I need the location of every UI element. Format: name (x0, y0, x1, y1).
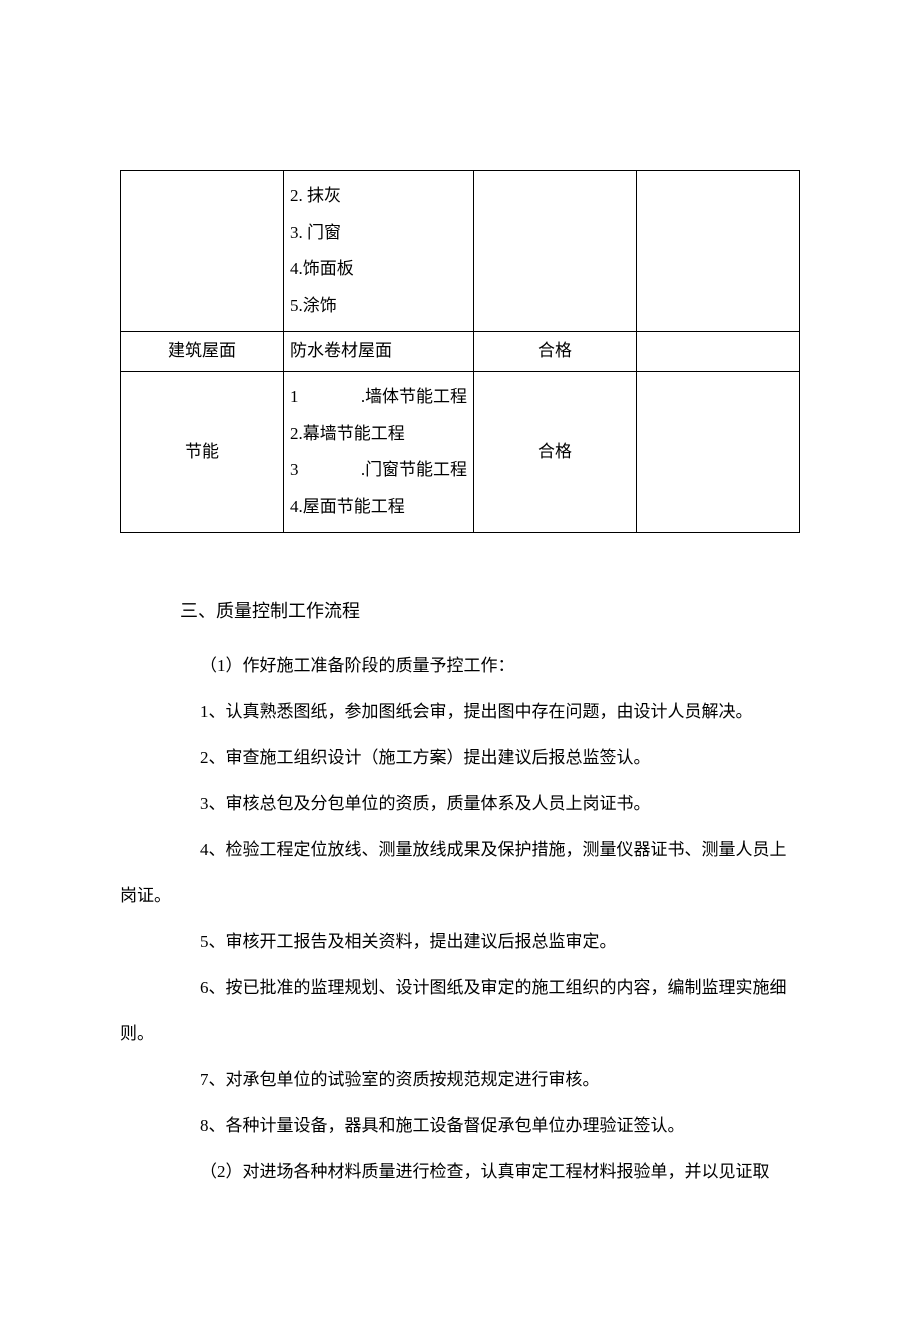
list-item: 2. 抹灰 (290, 181, 467, 212)
cell-c1: 节能 (121, 371, 284, 532)
paragraph-continuation: 岗证。 (120, 879, 800, 913)
table-row: 节能 1 .墙体节能工程 2.幕墙节能工程 3 .门窗节能工程 4.屋面节能工程… (121, 371, 800, 532)
cell-c3 (474, 171, 637, 332)
list-item: 1 .墙体节能工程 (290, 382, 467, 413)
cell-c4 (637, 171, 800, 332)
cell-c2: 2. 抹灰 3. 门窗 4.饰面板 5.涂饰 (283, 171, 473, 332)
item-num: 1 (290, 382, 299, 413)
cell-c3: 合格 (474, 332, 637, 372)
list-item: 4.屋面节能工程 (290, 492, 467, 523)
table-row: 2. 抹灰 3. 门窗 4.饰面板 5.涂饰 (121, 171, 800, 332)
paragraph: 3、审核总包及分包单位的资质，质量体系及人员上岗证书。 (120, 787, 800, 821)
section-title: 三、质量控制工作流程 (180, 593, 800, 629)
list-item: 4.饰面板 (290, 254, 467, 285)
paragraph: 8、各种计量设备，器具和施工设备督促承包单位办理验证签认。 (120, 1109, 800, 1143)
item-text: .门窗节能工程 (361, 455, 467, 486)
cell-c4 (637, 332, 800, 372)
table-row: 建筑屋面 防水卷材屋面 合格 (121, 332, 800, 372)
paragraph: 7、对承包单位的试验室的资质按规范规定进行审核。 (120, 1063, 800, 1097)
paragraph: 6、按已批准的监理规划、设计图纸及审定的施工组织的内容，编制监理实施细 (120, 971, 800, 1005)
list-item: 5.涂饰 (290, 291, 467, 322)
subsection-title: （1）作好施工准备阶段的质量予控工作： (200, 649, 800, 683)
paragraph-continuation: 则。 (120, 1017, 800, 1051)
quality-table: 2. 抹灰 3. 门窗 4.饰面板 5.涂饰 建筑屋面 防水卷材屋面 合格 节能… (120, 170, 800, 533)
item-text: .墙体节能工程 (361, 382, 467, 413)
paragraph: 5、审核开工报告及相关资料，提出建议后报总监审定。 (120, 925, 800, 959)
paragraph: 2、审查施工组织设计（施工方案）提出建议后报总监签认。 (120, 741, 800, 775)
list-item: 2.幕墙节能工程 (290, 419, 467, 450)
cell-c2: 防水卷材屋面 (283, 332, 473, 372)
list-item: 3 .门窗节能工程 (290, 455, 467, 486)
cell-c4 (637, 371, 800, 532)
cell-c3: 合格 (474, 371, 637, 532)
cell-c2: 1 .墙体节能工程 2.幕墙节能工程 3 .门窗节能工程 4.屋面节能工程 (283, 371, 473, 532)
paragraph: 4、检验工程定位放线、测量放线成果及保护措施，测量仪器证书、测量人员上 (120, 833, 800, 867)
cell-c1 (121, 171, 284, 332)
subsection-title: （2）对进场各种材料质量进行检查，认真审定工程材料报验单，并以见证取 (200, 1155, 800, 1189)
cell-c1: 建筑屋面 (121, 332, 284, 372)
paragraph: 1、认真熟悉图纸，参加图纸会审，提出图中存在问题，由设计人员解决。 (120, 695, 800, 729)
document-page: 2. 抹灰 3. 门窗 4.饰面板 5.涂饰 建筑屋面 防水卷材屋面 合格 节能… (0, 0, 920, 1321)
list-item: 3. 门窗 (290, 218, 467, 249)
item-num: 3 (290, 455, 299, 486)
